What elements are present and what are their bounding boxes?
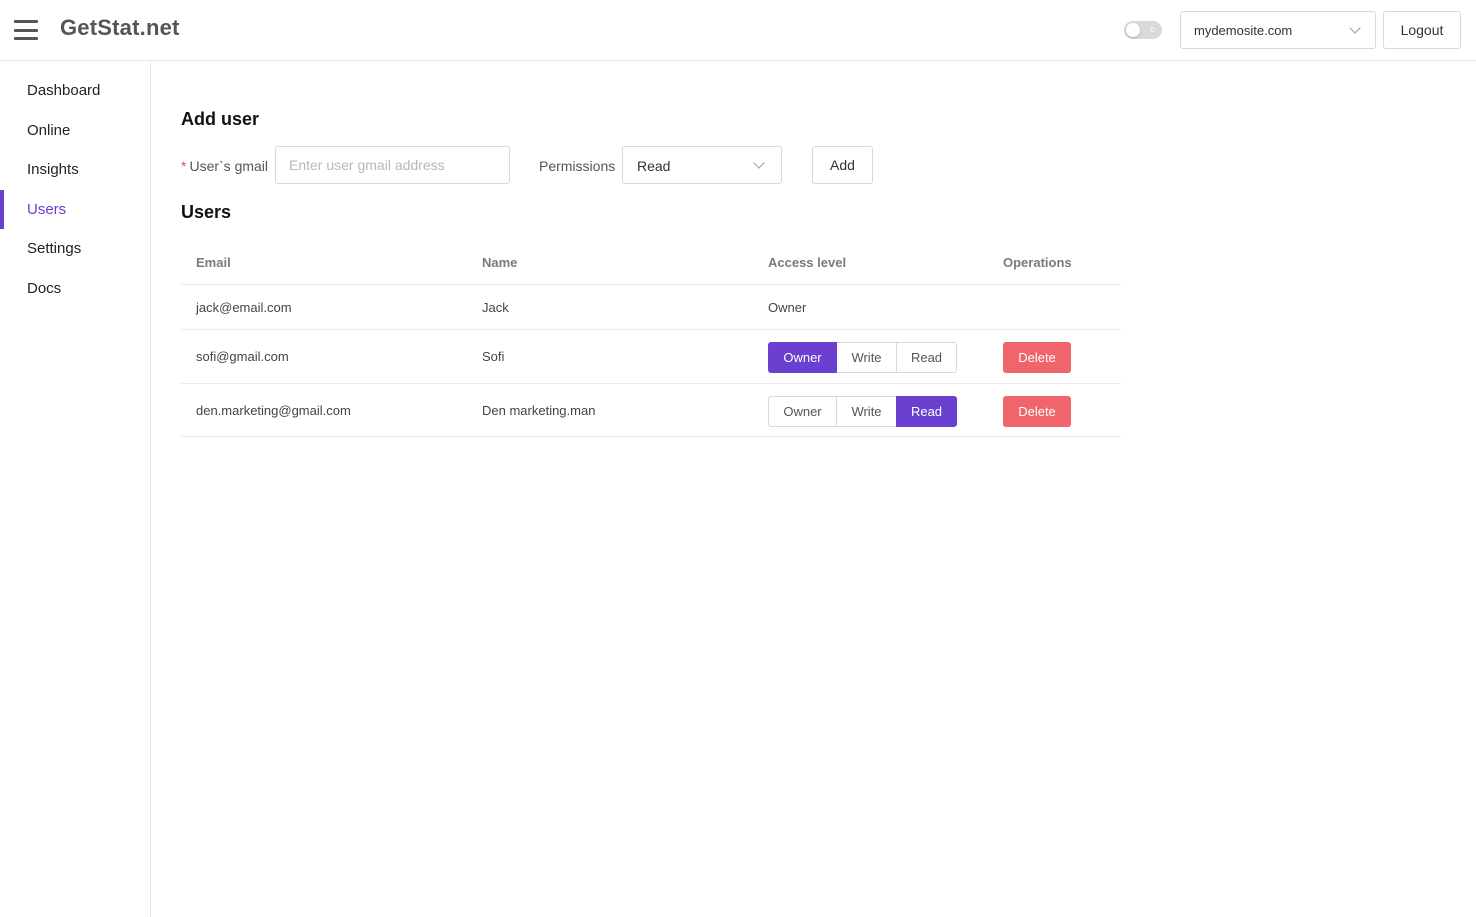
row-email: jack@email.com	[196, 300, 292, 315]
delete-button[interactable]: Delete	[1003, 342, 1071, 373]
access-read-button[interactable]: Read	[896, 395, 957, 427]
access-owner-button[interactable]: Owner	[768, 342, 837, 373]
sidebar-item-settings[interactable]: Settings	[0, 229, 150, 269]
users-title: Users	[181, 202, 232, 222]
table-header: Email Name Access level Operations	[181, 239, 1121, 285]
add-user-form: *User`s gmail Permissions Read Add	[181, 146, 1121, 184]
sidebar-item-dashboard[interactable]: Dashboard	[0, 71, 150, 111]
permissions-label: Permissions	[539, 158, 616, 174]
sidebar-item-docs[interactable]: Docs	[0, 269, 150, 309]
access-write-button[interactable]: Write	[836, 342, 897, 373]
access-owner-button[interactable]: Owner	[768, 395, 837, 427]
users-table: Email Name Access level Operations jack@…	[181, 239, 1121, 437]
column-header-access-level: Access level	[768, 255, 847, 270]
toggle-text: o	[1149, 24, 1155, 34]
site-select-value: mydemosite.com	[1194, 23, 1293, 38]
email-label-text: User`s gmail	[189, 158, 269, 174]
email-label: * User`s gmail	[181, 158, 268, 174]
row-access-level: Owner	[768, 300, 807, 315]
column-header-name: Name	[482, 255, 518, 270]
toggle-knob	[1126, 23, 1140, 37]
column-header-operations: Operations	[1003, 255, 1072, 270]
row-name: Sofi	[482, 349, 505, 364]
site-select[interactable]: mydemosite.com	[1180, 11, 1376, 49]
row-name: Den marketing.man	[482, 402, 596, 418]
permissions-select-value: Read	[637, 158, 671, 174]
row-email: den.marketing@gmail.com	[196, 402, 351, 418]
permissions-select[interactable]: Read	[622, 146, 782, 184]
add-button[interactable]: Add	[812, 146, 873, 184]
column-header-email: Email	[196, 255, 231, 270]
table-row: sofi@gmail.com Sofi Owner Write Read Del…	[181, 330, 1121, 384]
access-write-button[interactable]: Write	[836, 395, 897, 427]
logout-button[interactable]: Logout	[1383, 11, 1461, 49]
chevron-down-icon	[1349, 22, 1361, 34]
access-read-button[interactable]: Read	[896, 342, 957, 373]
access-level-segmented: Owner Write Read	[768, 395, 957, 427]
row-email: sofi@gmail.com	[196, 349, 289, 364]
row-name: Jack	[482, 300, 509, 315]
sidebar-item-online[interactable]: Online	[0, 111, 150, 151]
sidebar-item-users[interactable]: Users	[0, 189, 150, 230]
required-mark: *	[181, 158, 187, 174]
chevron-down-icon	[753, 157, 765, 169]
sidebar: Dashboard Online Insights Users Settings…	[0, 61, 151, 917]
theme-toggle[interactable]: o	[1124, 21, 1162, 39]
hamburger-menu-icon[interactable]	[14, 20, 38, 40]
top-header: GetStat.net o mydemosite.com Logout	[0, 0, 1476, 61]
add-user-title: Add user	[181, 109, 260, 129]
table-row: jack@email.com Jack Owner	[181, 285, 1121, 330]
table-row: den.marketing@gmail.com Den marketing.ma…	[181, 384, 1121, 437]
email-input[interactable]	[275, 146, 510, 184]
brand-logo: GetStat.net	[60, 15, 180, 40]
access-level-segmented: Owner Write Read	[768, 342, 957, 373]
delete-button[interactable]: Delete	[1003, 395, 1071, 427]
sidebar-item-insights[interactable]: Insights	[0, 150, 150, 190]
